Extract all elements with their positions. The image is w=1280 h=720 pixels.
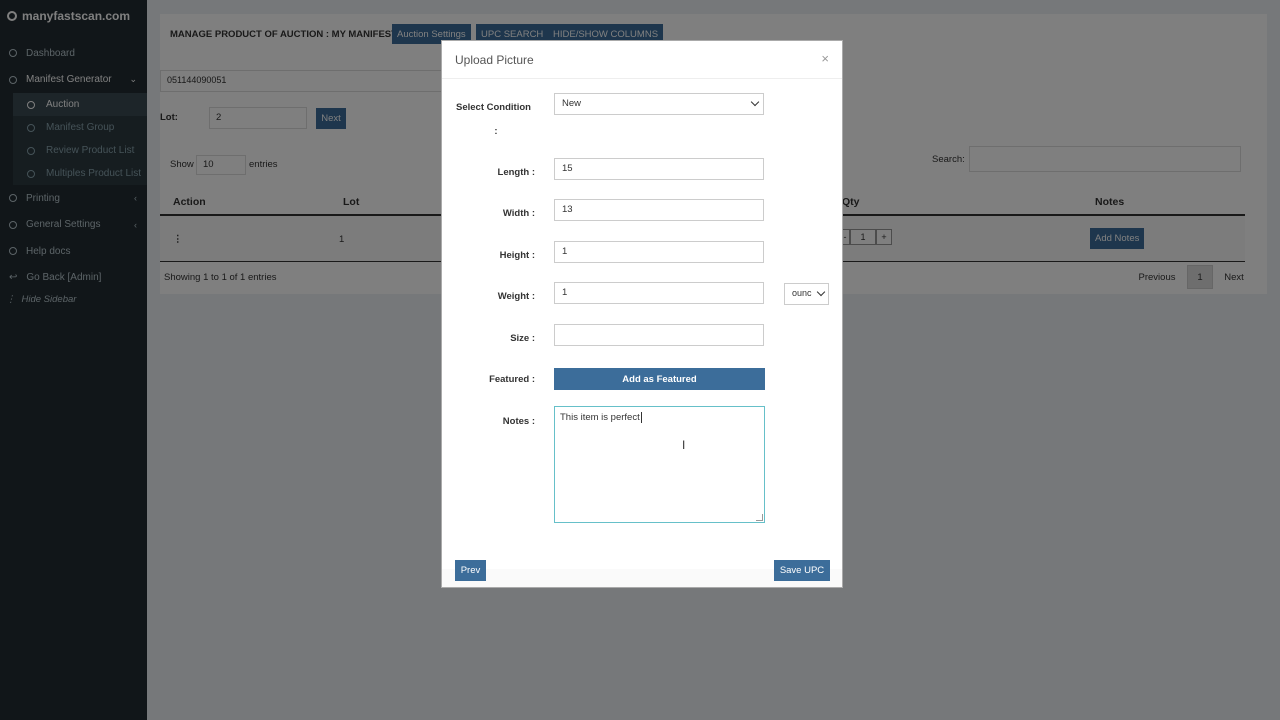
featured-label: Featured : [489, 374, 535, 385]
add-as-featured-button[interactable]: Add as Featured [554, 368, 765, 390]
weight-input[interactable]: 1 [554, 282, 764, 304]
size-input[interactable] [554, 324, 764, 346]
weight-unit-value: ounc [792, 288, 812, 298]
length-input[interactable]: 15 [554, 158, 764, 180]
notes-textarea[interactable]: This item is perfect [554, 406, 765, 523]
chevron-down-icon [750, 97, 760, 107]
modal-header: Upload Picture × [442, 41, 842, 79]
notes-label: Notes : [502, 416, 535, 427]
text-cursor-icon: I [682, 438, 686, 452]
close-icon[interactable]: × [821, 51, 829, 66]
resize-handle-icon[interactable] [756, 514, 763, 521]
prev-button[interactable]: Prev [455, 560, 486, 581]
save-upc-button[interactable]: Save UPC [774, 560, 830, 581]
length-label: Length : [497, 167, 535, 178]
size-label: Size : [510, 333, 535, 344]
upload-picture-modal: Upload Picture × Select Condition : New … [441, 40, 843, 588]
condition-select-value: New [562, 98, 582, 109]
width-label: Width : [502, 208, 535, 219]
condition-label: Select Condition : [456, 101, 536, 139]
height-label: Height : [499, 250, 535, 261]
text-caret [640, 412, 642, 423]
condition-label-text: Select Condition [456, 102, 531, 113]
modal-title: Upload Picture [455, 53, 534, 67]
notes-text: This item is perfect [560, 412, 640, 423]
height-input[interactable]: 1 [554, 241, 764, 263]
weight-unit-select[interactable]: ounc [784, 283, 829, 305]
chevron-down-icon [816, 287, 826, 297]
condition-select[interactable]: New [554, 93, 764, 115]
weight-label: Weight : [497, 291, 535, 302]
condition-label-colon: : [494, 126, 498, 137]
width-input[interactable]: 13 [554, 199, 764, 221]
